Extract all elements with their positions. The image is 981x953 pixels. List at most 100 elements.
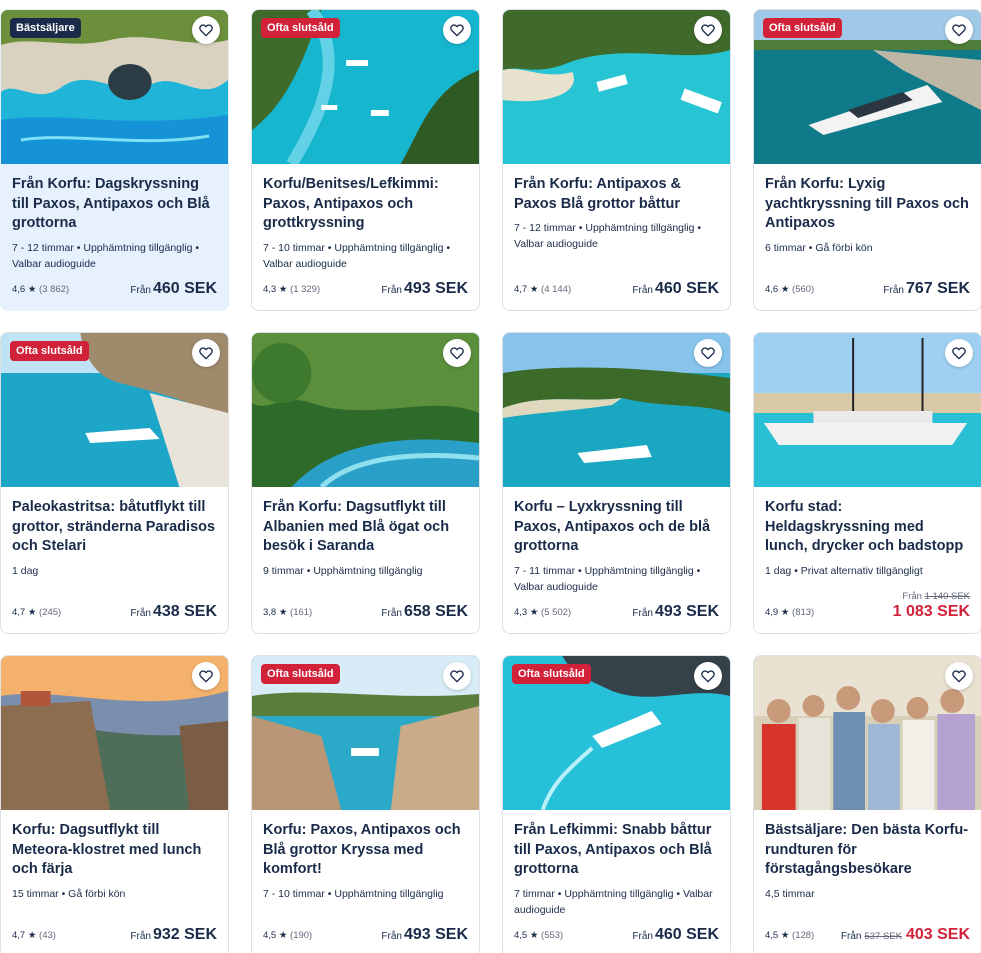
activity-meta: 1 dag [12,564,39,577]
activity-photo[interactable] [1,656,228,810]
wishlist-button[interactable] [443,16,471,44]
badge: Ofta slutsåld [261,664,340,684]
activity-meta: 9 timmar • Upphämtning tillgänglig [263,564,423,577]
activity-title[interactable]: Korfu/Benitses/Lefkimmi: Paxos, Antipaxo… [263,175,468,234]
activity-photo[interactable]: Ofta slutsåld [252,10,479,164]
activity-meta: 6 timmar • Gå förbi kön [765,241,873,254]
rating-value: 4,7 [12,607,26,618]
wishlist-button[interactable] [945,339,973,367]
star-icon: ★ [529,284,539,295]
star-icon: ★ [529,607,539,618]
wishlist-button[interactable] [945,16,973,44]
activity-card[interactable]: Korfu stad: Heldagskryssning med lunch, … [753,332,981,634]
activity-title[interactable]: Korfu – Lyxkryssning till Paxos, Antipax… [514,498,719,557]
activity-card[interactable]: Ofta slutsåld Korfu/Benitses/Lefkimmi: P… [251,9,480,311]
activity-card[interactable]: Ofta slutsåld Korfu: Paxos, Antipaxos oc… [251,655,480,953]
wishlist-button[interactable] [945,662,973,690]
wishlist-button[interactable] [694,339,722,367]
rating-value: 4,3 [514,607,528,618]
rating-value: 4,3 [263,284,277,295]
review-count: (5 502) [541,607,572,618]
activity-photo[interactable]: Bästsäljare [1,10,228,164]
wishlist-button[interactable] [192,662,220,690]
heart-icon [198,22,214,38]
activity-title[interactable]: Korfu: Paxos, Antipaxos och Blå grottor … [263,821,468,880]
wishlist-button[interactable] [443,662,471,690]
activity-meta: 7 - 10 timmar • Upphämtning tillgänglig [263,887,444,900]
activity-meta: 1 dag • Privat alternativ tillgängligt [765,564,923,577]
activity-card[interactable]: Ofta slutsåld Från Korfu: Lyxig yachtkry… [753,9,981,311]
activity-meta: 7 - 10 timmar • Upphämtning tillgänglig … [263,241,451,270]
activity-card[interactable]: Bästsäljare: Den bästa Korfu-rundturen f… [753,655,981,953]
activity-title[interactable]: Paleokastritsa: båtutflykt till grottor,… [12,498,217,557]
rating-value: 4,5 [263,930,277,941]
wishlist-button[interactable] [192,339,220,367]
activity-title[interactable]: Från Korfu: Antipaxos & Paxos Blå grotto… [514,175,719,214]
price-block: Från 460 SEK [632,281,719,297]
price: 1 083 SEK [892,603,970,620]
activity-photo[interactable]: Ofta slutsåld [252,656,479,810]
wishlist-button[interactable] [694,16,722,44]
rating: 4,6 ★ (560) [765,283,814,297]
price-block: Från 537 SEK 403 SEK [841,927,970,943]
badge: Ofta slutsåld [261,18,340,38]
activity-title[interactable]: Från Korfu: Dagsutflykt till Albanien me… [263,498,468,557]
rating: 4,6 ★ (3 862) [12,283,69,297]
activity-photo[interactable]: Ofta slutsåld [503,656,730,810]
activity-card[interactable]: Ofta slutsåld Från Lefkimmi: Snabb båttu… [502,655,731,953]
heart-icon [700,22,716,38]
activity-photo[interactable] [503,333,730,487]
wishlist-button[interactable] [694,662,722,690]
heart-icon [951,345,967,361]
price-block: Från 493 SEK [632,604,719,620]
star-icon: ★ [278,284,288,295]
activity-title[interactable]: Korfu: Dagsutflykt till Meteora-klostret… [12,821,217,880]
wishlist-button[interactable] [192,16,220,44]
heart-icon [198,345,214,361]
activity-photo[interactable] [252,333,479,487]
price: 658 SEK [403,603,468,620]
activity-photo[interactable] [754,656,981,810]
review-count: (813) [792,607,815,618]
activity-title[interactable]: Från Lefkimmi: Snabb båttur till Paxos, … [514,821,719,880]
price: 493 SEK [403,926,468,943]
activity-card[interactable]: Bästsäljare Från Korfu: Dagskryssning ti… [0,9,229,311]
rating-value: 3,8 [263,607,277,618]
activity-meta: 4,5 timmar [765,887,815,900]
wishlist-button[interactable] [443,339,471,367]
from-label: Från [840,931,862,942]
rating: 4,7 ★ (245) [12,606,61,620]
star-icon: ★ [27,607,37,618]
price: 403 SEK [905,926,970,943]
activity-card[interactable]: Korfu – Lyxkryssning till Paxos, Antipax… [502,332,731,634]
star-icon: ★ [27,284,37,295]
price-block: Från 932 SEK [130,927,217,943]
from-label: Från [883,285,904,296]
from-label: Från [130,285,151,296]
activity-meta: 7 - 11 timmar • Upphämtning tillgänglig … [514,564,701,593]
price: 493 SEK [403,280,468,297]
activity-card[interactable]: Från Korfu: Antipaxos & Paxos Blå grotto… [502,9,731,311]
rating: 3,8 ★ (161) [263,606,312,620]
heart-icon [700,668,716,684]
price-block: Från 493 SEK [381,927,468,943]
activity-card[interactable]: Från Korfu: Dagsutflykt till Albanien me… [251,332,480,634]
rating: 4,5 ★ (128) [765,929,814,943]
activity-card[interactable]: Korfu: Dagsutflykt till Meteora-klostret… [0,655,229,953]
price-block: Från 1 140 SEK 1 083 SEK [891,591,970,621]
review-count: (553) [541,930,564,941]
activity-title[interactable]: Bästsäljare: Den bästa Korfu-rundturen f… [765,821,970,880]
activity-photo[interactable]: Ofta slutsåld [1,333,228,487]
activity-photo[interactable] [754,333,981,487]
activity-card[interactable]: Ofta slutsåld Paleokastritsa: båtutflykt… [0,332,229,634]
activity-title[interactable]: Från Korfu: Dagskryssning till Paxos, An… [12,175,217,234]
activity-meta: 7 - 12 timmar • Upphämtning tillgänglig … [12,241,200,270]
activity-photo[interactable] [503,10,730,164]
activity-title[interactable]: Korfu stad: Heldagskryssning med lunch, … [765,498,970,557]
activity-title[interactable]: Från Korfu: Lyxig yachtkryssning till Pa… [765,175,970,234]
price-block: Från 438 SEK [130,604,217,620]
from-label: Från [130,608,151,619]
rating: 4,9 ★ (813) [765,606,814,620]
activity-photo[interactable]: Ofta slutsåld [754,10,981,164]
rating-value: 4,7 [12,930,26,941]
